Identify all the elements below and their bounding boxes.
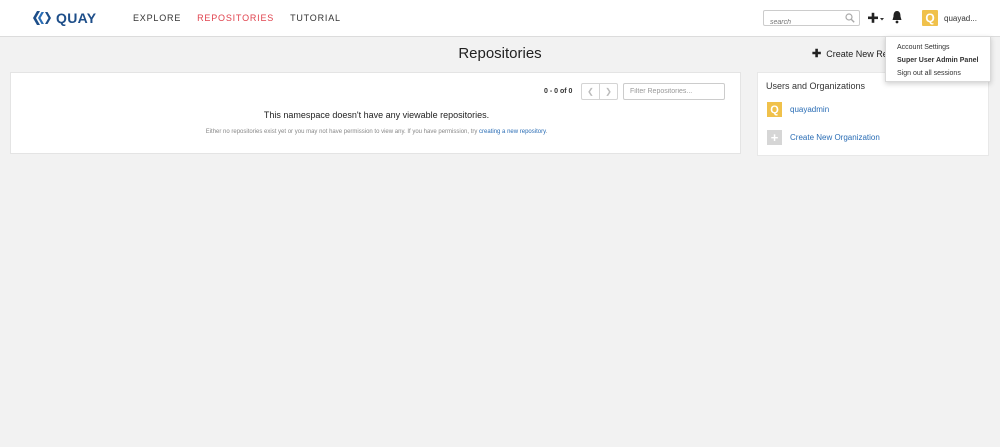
- plus-icon: ✚: [812, 48, 822, 60]
- main-nav: EXPLORE REPOSITORIES TUTORIAL: [133, 13, 357, 23]
- create-new-organization-button[interactable]: + Create New Organization: [767, 130, 880, 145]
- nav-tutorial[interactable]: TUTORIAL: [290, 13, 341, 23]
- quay-logo-icon: [33, 11, 51, 25]
- user-avatar: Q: [922, 10, 938, 26]
- chevron-right-icon: ❯: [605, 87, 612, 96]
- user-dropdown-menu: Account Settings Super User Admin Panel …: [885, 36, 991, 82]
- search-box: [763, 10, 860, 30]
- add-organization-icon: +: [767, 130, 782, 145]
- pager-next-button[interactable]: ❯: [599, 84, 617, 99]
- empty-state-text: Either no repositories exist yet or you …: [205, 129, 478, 135]
- empty-state-description: Either no repositories exist yet or you …: [11, 129, 742, 135]
- pager-prev-button[interactable]: ❮: [582, 84, 599, 99]
- search-icon[interactable]: [845, 13, 855, 23]
- org-avatar: Q: [767, 102, 782, 117]
- user-name: quayad...: [944, 13, 977, 23]
- notifications-bell-icon[interactable]: [891, 10, 903, 24]
- create-new-repository-link[interactable]: creating a new repository: [479, 129, 546, 135]
- pager-count: 0 - 0 of 0: [544, 88, 573, 95]
- top-navbar: QUAY EXPLORE REPOSITORIES TUTORIAL Q qua…: [0, 0, 1000, 37]
- empty-state-title: This namespace doesn't have any viewable…: [263, 110, 490, 120]
- create-org-label: Create New Organization: [790, 133, 880, 142]
- menu-sign-out-all-sessions[interactable]: Sign out all sessions: [886, 67, 990, 80]
- user-menu[interactable]: Q quayad...: [922, 9, 977, 27]
- orgs-panel-title: Users and Organizations: [766, 81, 866, 91]
- repositories-panel: 0 - 0 of 0 ❮ ❯ This namespace doesn't ha…: [10, 72, 741, 154]
- create-repo-label: Create New Re: [826, 48, 888, 59]
- org-item-quayadmin[interactable]: Q quayadmin: [767, 102, 829, 117]
- menu-account-settings[interactable]: Account Settings: [886, 41, 990, 54]
- menu-super-user-admin-panel[interactable]: Super User Admin Panel: [886, 54, 990, 67]
- quay-logo[interactable]: QUAY: [33, 10, 96, 26]
- create-new-repository-button[interactable]: ✚ Create New Re: [812, 47, 888, 60]
- filter-repositories-input[interactable]: [623, 83, 725, 100]
- empty-state-period: .: [545, 129, 548, 135]
- brand-name: QUAY: [56, 10, 97, 26]
- nav-repositories[interactable]: REPOSITORIES: [197, 13, 274, 23]
- org-name: quayadmin: [790, 105, 830, 114]
- search-input[interactable]: [764, 15, 844, 30]
- nav-explore[interactable]: EXPLORE: [133, 13, 181, 23]
- create-menu-plus-icon[interactable]: [867, 10, 885, 26]
- chevron-left-icon: ❮: [587, 87, 594, 96]
- pager-buttons: ❮ ❯: [581, 83, 618, 100]
- users-organizations-panel: Users and Organizations Q quayadmin + Cr…: [757, 72, 989, 156]
